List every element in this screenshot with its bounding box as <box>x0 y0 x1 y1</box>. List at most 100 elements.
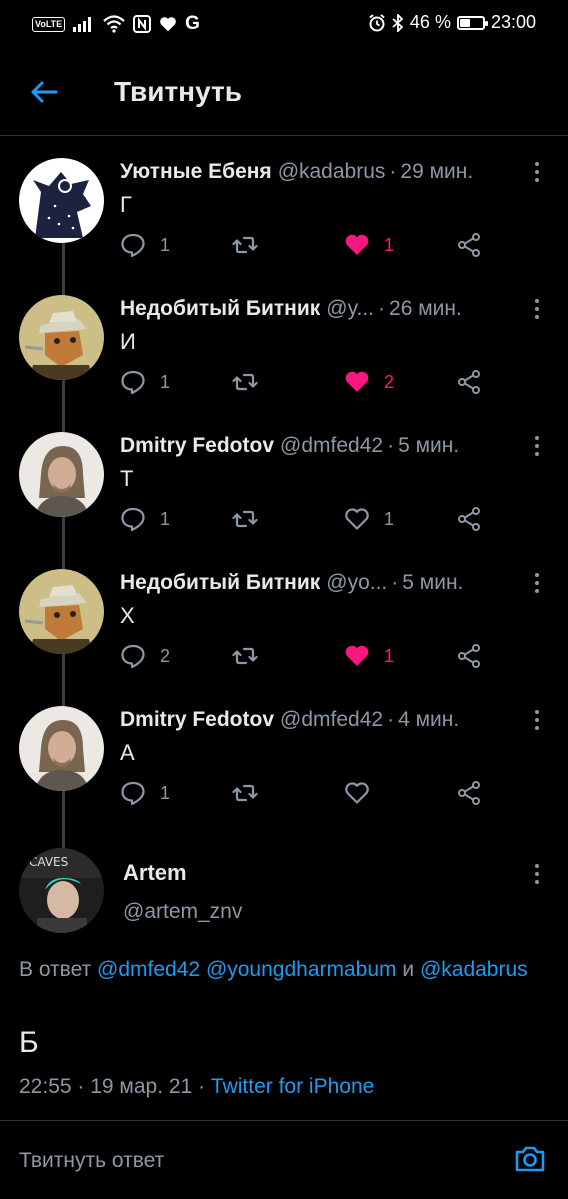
reply-prefix: В ответ <box>19 958 92 981</box>
author-handle[interactable]: @kadabrus <box>278 160 386 184</box>
share-button[interactable] <box>456 506 482 532</box>
avatar[interactable] <box>19 706 104 791</box>
tweet-actions: 2 1 <box>120 643 500 673</box>
separator-dot: · <box>387 708 395 731</box>
author-handle[interactable]: @artem_znv <box>123 900 242 924</box>
avatar[interactable] <box>19 295 104 380</box>
author-name[interactable]: Artem <box>123 860 187 886</box>
tweet-time[interactable]: 4 мин. <box>398 708 459 732</box>
reply-count: 1 <box>160 371 171 392</box>
tweet-text: Х <box>120 603 135 628</box>
author-name[interactable]: Недобитый Битник <box>120 571 320 595</box>
reply-icon <box>121 781 145 806</box>
back-arrow-icon[interactable] <box>28 76 60 108</box>
tweet-time[interactable]: 5 мин. <box>402 571 463 595</box>
author-name[interactable]: Dmitry Fedotov <box>120 434 274 458</box>
heart-filled-icon <box>345 371 369 392</box>
separator-dot: · <box>378 297 386 320</box>
retweet-button[interactable] <box>232 643 258 669</box>
reply-count: 1 <box>160 782 171 803</box>
more-options-icon[interactable] <box>534 299 540 319</box>
thread-tweet[interactable]: Dmitry Fedotov @dmfed42 · 5 мин. Т 1 1 <box>0 410 568 547</box>
thread-tweet[interactable]: Dmitry Fedotov @dmfed42 · 4 мин. А 1 <box>0 684 568 821</box>
reply-count: 1 <box>160 508 171 529</box>
retweet-icon <box>232 236 258 254</box>
tweet-actions: 1 <box>120 780 500 810</box>
avatar[interactable] <box>19 569 104 654</box>
battery-icon <box>456 15 488 30</box>
retweet-icon <box>232 373 258 391</box>
share-button[interactable] <box>456 780 482 806</box>
mention-link[interactable]: @kadabrus <box>420 958 528 981</box>
like-button[interactable]: 1 <box>344 506 394 532</box>
heart-icon <box>345 782 369 804</box>
signal-icon <box>73 17 92 32</box>
like-button[interactable] <box>344 780 384 806</box>
camera-icon[interactable] <box>513 1142 547 1176</box>
share-icon <box>458 233 480 257</box>
like-count: 1 <box>384 234 395 255</box>
tweet-header: Недобитый Битник @yo... · 5 мин. <box>120 571 508 595</box>
more-options-icon[interactable] <box>534 864 540 884</box>
retweet-icon <box>232 510 258 528</box>
thread-tweet[interactable]: Уютные Ебеня @kadabrus · 29 мин. Г 1 1 <box>0 136 568 273</box>
tweet-time[interactable]: 26 мин. <box>389 297 462 321</box>
reply-button[interactable]: 1 <box>120 780 170 806</box>
retweet-button[interactable] <box>232 506 258 532</box>
more-options-icon[interactable] <box>534 710 540 730</box>
reply-compose-bar <box>0 1120 568 1199</box>
tweet-text: А <box>120 740 135 765</box>
tweet-text: Б <box>19 1026 39 1059</box>
reply-button[interactable]: 1 <box>120 232 170 258</box>
reply-icon <box>121 370 145 395</box>
share-button[interactable] <box>456 232 482 258</box>
heart-status-icon <box>160 17 177 32</box>
like-button[interactable]: 1 <box>344 643 394 669</box>
retweet-button[interactable] <box>232 369 258 395</box>
mention-link[interactable]: @youngdharmabum <box>206 958 397 981</box>
author-handle[interactable]: @dmfed42 <box>280 434 383 458</box>
battery-percent: 46 % <box>409 12 451 32</box>
share-button[interactable] <box>456 369 482 395</box>
thread-tweet[interactable]: Недобитый Битник @yo... · 5 мин. Х 2 1 <box>0 547 568 684</box>
reply-button[interactable]: 1 <box>120 506 170 532</box>
author-handle[interactable]: @yo... <box>326 571 387 595</box>
tweet-text: Т <box>120 466 134 491</box>
bluetooth-icon <box>392 13 404 32</box>
more-options-icon[interactable] <box>534 573 540 593</box>
avatar[interactable] <box>19 158 104 243</box>
author-name[interactable]: Недобитый Битник <box>120 297 320 321</box>
author-name[interactable]: Dmitry Fedotov <box>120 708 274 732</box>
tweet-actions: 1 2 <box>120 369 500 399</box>
reply-input[interactable] <box>19 1149 489 1173</box>
author-handle[interactable]: @y... <box>326 297 374 321</box>
avatar[interactable]: CAVES <box>19 848 104 933</box>
retweet-button[interactable] <box>232 232 258 258</box>
tweet-time[interactable]: 29 мин. <box>400 160 473 184</box>
more-options-icon[interactable] <box>534 436 540 456</box>
like-button[interactable]: 1 <box>344 232 394 258</box>
share-button[interactable] <box>456 643 482 669</box>
tweet-time[interactable]: 5 мин. <box>398 434 459 458</box>
thread-tweet[interactable]: Недобитый Битник @y... · 26 мин. И 1 2 <box>0 273 568 410</box>
top-app-bar: Твитнуть <box>0 48 568 136</box>
retweet-icon <box>232 784 258 802</box>
avatar[interactable] <box>19 432 104 517</box>
reply-button[interactable]: 2 <box>120 643 170 669</box>
share-icon <box>458 370 480 394</box>
tweet-actions: 1 1 <box>120 232 500 262</box>
author-name[interactable]: Уютные Ебеня <box>120 160 272 184</box>
g-icon: G <box>185 13 200 34</box>
like-button[interactable]: 2 <box>344 369 394 395</box>
more-options-icon[interactable] <box>534 162 540 182</box>
separator-dot: · <box>391 571 399 594</box>
mention-link[interactable]: @dmfed42 <box>97 958 200 981</box>
author-handle[interactable]: @dmfed42 <box>280 708 383 732</box>
reply-count: 1 <box>160 234 171 255</box>
like-count: 1 <box>384 645 395 666</box>
tweet-source-link[interactable]: Twitter for iPhone <box>211 1075 374 1098</box>
reply-icon <box>121 507 145 532</box>
retweet-button[interactable] <box>232 780 258 806</box>
reply-button[interactable]: 1 <box>120 369 170 395</box>
reply-icon <box>121 644 145 669</box>
